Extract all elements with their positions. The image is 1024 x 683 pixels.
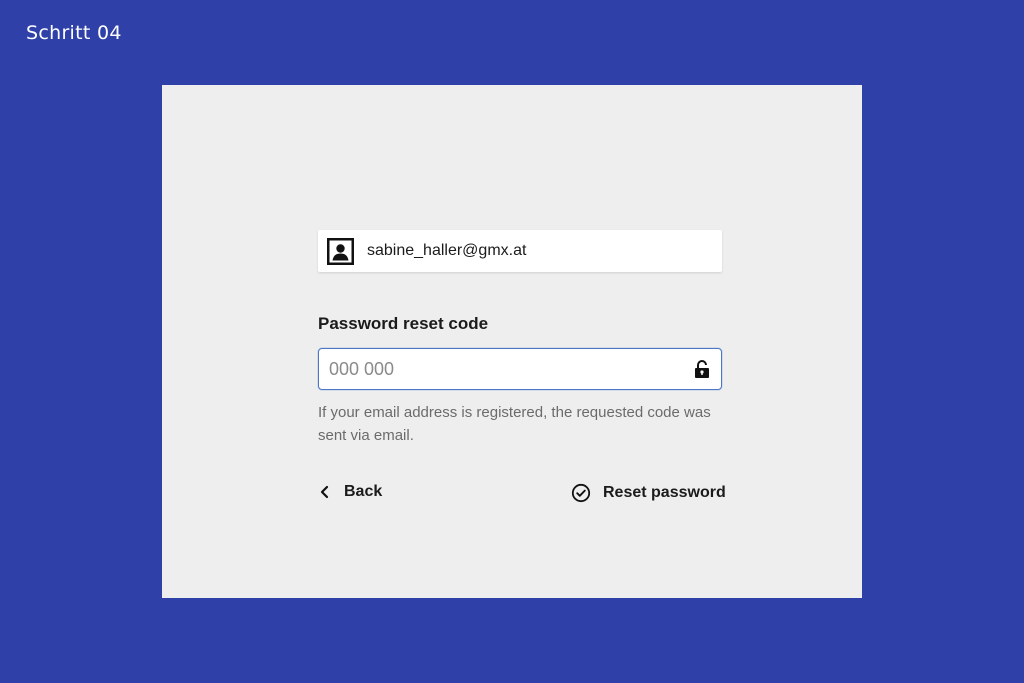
step-label: Schritt 04 xyxy=(26,22,122,44)
account-chip: sabine_haller@gmx.at xyxy=(318,230,722,272)
reset-password-label: Reset password xyxy=(603,484,726,501)
reset-code-input[interactable] xyxy=(318,348,722,390)
back-button-label: Back xyxy=(344,483,383,500)
code-field xyxy=(318,348,722,390)
chevron-left-icon xyxy=(320,485,329,499)
code-hint-text: If your email address is registered, the… xyxy=(318,404,711,444)
account-email: sabine_haller@gmx.at xyxy=(367,242,527,259)
reset-password-button[interactable]: Reset password xyxy=(571,482,726,504)
code-field-label: Password reset code xyxy=(318,314,489,333)
reset-card: sabine_haller@gmx.at Password reset code… xyxy=(162,85,862,598)
check-circle-icon xyxy=(571,483,591,503)
back-button[interactable]: Back xyxy=(318,481,382,503)
user-avatar-icon xyxy=(327,237,354,265)
unlock-icon[interactable] xyxy=(692,359,712,379)
